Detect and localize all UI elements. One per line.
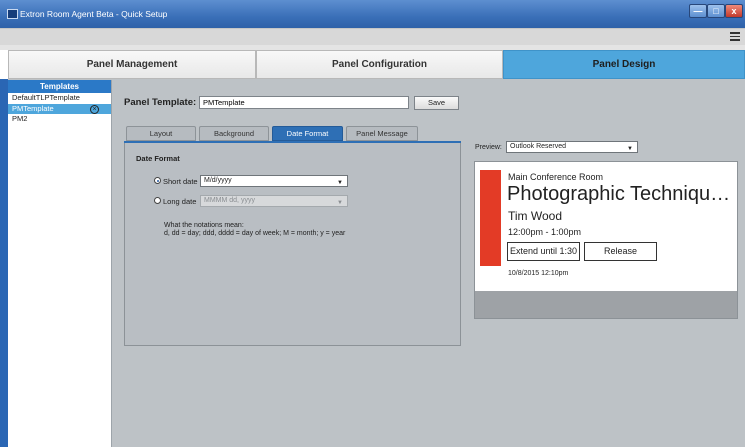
templates-header: Templates — [8, 80, 111, 93]
chevron-down-icon: ▼ — [337, 180, 343, 186]
meeting-title: Photographic Techniques Seminar — [507, 183, 733, 205]
window-left-border — [0, 79, 8, 447]
date-format-panel — [124, 143, 461, 346]
tab-layout[interactable]: Layout — [126, 126, 196, 141]
maximize-button[interactable]: □ — [707, 4, 725, 18]
release-room-button[interactable]: Release — [584, 242, 657, 261]
tab-panel-message[interactable]: Panel Message — [346, 126, 418, 141]
panel-template-name-input[interactable] — [199, 96, 409, 109]
long-date-label[interactable]: Long date — [163, 197, 196, 206]
meeting-time: 12:00pm - 1:00pm — [508, 227, 582, 237]
preview-mode-select[interactable]: Outlook Reserved ▼ — [506, 141, 638, 153]
template-item-label: PMTemplate — [12, 103, 54, 113]
template-item-default[interactable]: DefaultTLPTemplate — [8, 93, 111, 104]
chevron-down-icon: ▼ — [627, 146, 633, 152]
room-status-indicator — [480, 170, 501, 266]
chevron-down-icon: ▼ — [337, 200, 343, 206]
meeting-organizer: Tim Wood — [508, 209, 563, 223]
tab-panel-design[interactable]: Panel Design — [503, 50, 745, 79]
short-date-radio[interactable] — [154, 177, 161, 184]
short-date-format-select[interactable]: M/d/yyyy ▼ — [200, 175, 348, 187]
panel-template-label: Panel Template: — [124, 97, 197, 108]
date-format-title: Date Format — [136, 154, 180, 163]
short-date-format-value: M/d/yyyy — [204, 177, 232, 184]
window-title: Extron Room Agent Beta - Quick Setup — [20, 9, 168, 19]
template-item-pm2[interactable]: PM2 — [8, 114, 111, 125]
delete-template-icon[interactable]: × — [90, 104, 99, 114]
room-name: Main Conference Room — [508, 172, 604, 182]
tab-panel-configuration[interactable]: Panel Configuration — [256, 50, 503, 79]
menu-strip — [0, 28, 745, 45]
notation-help-text: d, dd = day; ddd, dddd = day of week; M … — [164, 230, 346, 237]
notation-help-title: What the notations mean: — [164, 222, 244, 229]
preview-date-time: 10/8/2015 12:10pm — [508, 270, 569, 277]
template-item-label: PM2 — [12, 114, 28, 123]
tab-panel-management[interactable]: Panel Management — [8, 50, 256, 79]
long-date-radio[interactable] — [154, 197, 161, 204]
tab-background[interactable]: Background — [199, 126, 269, 141]
templates-sidebar: Templates DefaultTLPTemplate PMTemplate … — [8, 80, 112, 447]
panel-preview-footer — [474, 291, 738, 319]
hamburger-menu-icon[interactable] — [730, 32, 740, 41]
long-date-format-value: MMMM dd, yyyy — [204, 197, 255, 204]
save-button[interactable]: Save — [414, 96, 459, 110]
tab-date-format[interactable]: Date Format — [272, 126, 343, 141]
extend-meeting-button[interactable]: Extend until 1:30 — [507, 242, 580, 261]
preview-label: Preview: — [475, 144, 502, 151]
short-date-label[interactable]: Short date — [163, 177, 198, 186]
template-item-label: DefaultTLPTemplate — [12, 93, 80, 102]
preview-mode-value: Outlook Reserved — [510, 143, 567, 150]
long-date-format-select[interactable]: MMMM dd, yyyy ▼ — [200, 195, 348, 207]
app-icon — [7, 9, 18, 19]
close-button[interactable]: x — [725, 4, 743, 18]
minimize-button[interactable]: — — [689, 4, 707, 18]
main-tab-bar: Panel Management Panel Configuration Pan… — [8, 50, 745, 79]
title-bar: Extron Room Agent Beta - Quick Setup — □… — [0, 0, 745, 28]
template-item-pmtemplate[interactable]: PMTemplate × — [8, 103, 111, 114]
